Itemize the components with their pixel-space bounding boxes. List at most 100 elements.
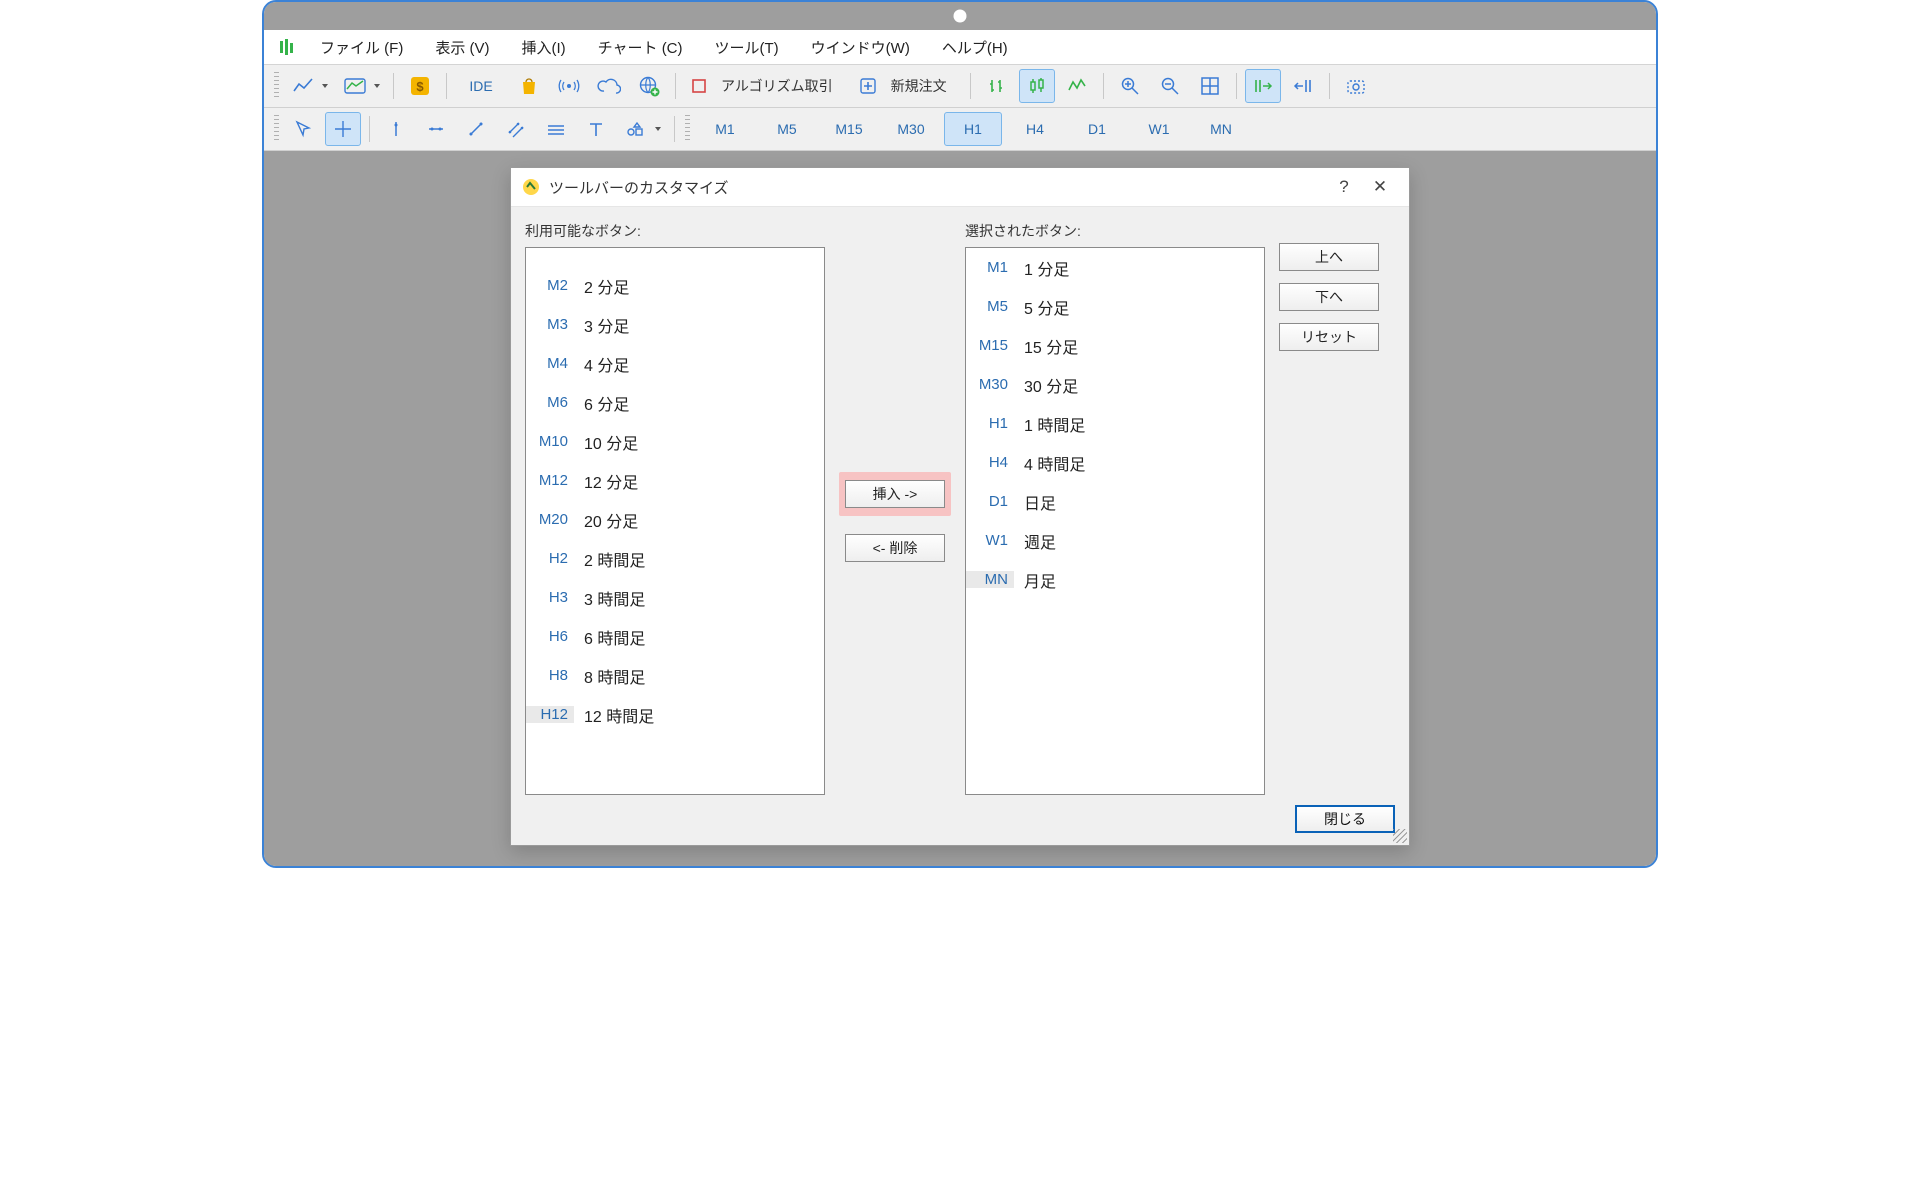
- timeframe-h4[interactable]: H4: [1006, 112, 1064, 146]
- dollar-button[interactable]: $: [402, 69, 438, 103]
- down-button[interactable]: 下へ: [1279, 283, 1379, 311]
- candlestick-icon[interactable]: [1019, 69, 1055, 103]
- menu-chart[interactable]: チャート (C): [582, 30, 699, 64]
- insert-button[interactable]: 挿入 ->: [845, 480, 945, 508]
- timeframe-label: 12 時間足: [584, 703, 654, 727]
- list-item[interactable]: M22 分足: [526, 266, 824, 305]
- timeframe-label: 1 分足: [1024, 256, 1069, 280]
- text-icon[interactable]: [578, 112, 614, 146]
- list-item[interactable]: M33 分足: [526, 305, 824, 344]
- menu-tool[interactable]: ツール(T): [699, 30, 795, 64]
- list-item[interactable]: H66 時間足: [526, 617, 824, 656]
- timeframe-label: 20 分足: [584, 508, 638, 532]
- help-button[interactable]: ?: [1327, 177, 1361, 197]
- cursor-icon[interactable]: [285, 112, 321, 146]
- list-item[interactable]: D1日足: [966, 482, 1264, 521]
- algo-toggle[interactable]: アルゴリズム取引: [684, 69, 848, 103]
- channel-icon[interactable]: [498, 112, 534, 146]
- ide-button[interactable]: IDE: [455, 69, 507, 103]
- list-item[interactable]: MN月足: [966, 560, 1264, 599]
- separator: [369, 116, 370, 142]
- timeframe-code: M6: [526, 394, 574, 411]
- cloud-icon[interactable]: [591, 69, 627, 103]
- timeframe-code: D1: [966, 493, 1014, 510]
- timeframe-m30[interactable]: M30: [882, 112, 940, 146]
- menu-insert[interactable]: 挿入(I): [506, 30, 582, 64]
- scroll-end-icon[interactable]: [1245, 69, 1281, 103]
- resize-grip[interactable]: [1393, 829, 1407, 843]
- bar-chart-icon[interactable]: [979, 69, 1015, 103]
- timeframe-w1[interactable]: W1: [1130, 112, 1188, 146]
- timeframe-label: 1 時間足: [1024, 412, 1085, 436]
- trendline-icon[interactable]: [458, 112, 494, 146]
- crosshair-icon[interactable]: [325, 112, 361, 146]
- new-order-label: 新規注文: [883, 76, 955, 96]
- timeframe-label: 週足: [1024, 529, 1056, 553]
- line-icon[interactable]: [1059, 69, 1095, 103]
- line-chart-button[interactable]: [285, 69, 333, 103]
- market-watch-button[interactable]: [337, 69, 385, 103]
- scroll-start-icon[interactable]: [1285, 69, 1321, 103]
- menu-help[interactable]: ヘルプ(H): [926, 30, 1024, 64]
- remove-button[interactable]: <- 削除: [845, 534, 945, 562]
- close-icon[interactable]: ✕: [1361, 177, 1399, 197]
- list-item[interactable]: M66 分足: [526, 383, 824, 422]
- timeframe-label: 2 時間足: [584, 547, 645, 571]
- menu-view[interactable]: 表示 (V): [419, 30, 505, 64]
- shopping-bag-icon[interactable]: [511, 69, 547, 103]
- grid-icon[interactable]: [1192, 69, 1228, 103]
- menu-window[interactable]: ウインドウ(W): [795, 30, 926, 64]
- available-label: 利用可能なボタン:: [525, 221, 825, 241]
- up-button[interactable]: 上へ: [1279, 243, 1379, 271]
- signals-icon[interactable]: [551, 69, 587, 103]
- timeframe-label: 15 分足: [1024, 334, 1078, 358]
- dialog-titlebar[interactable]: ツールバーのカスタマイズ ? ✕: [511, 168, 1409, 207]
- list-item[interactable]: H11 時間足: [966, 404, 1264, 443]
- new-order-button[interactable]: 新規注文: [852, 69, 962, 103]
- list-item[interactable]: H1212 時間足: [526, 695, 824, 734]
- timeframe-label: 12 分足: [584, 469, 638, 493]
- timeframe-label: 6 時間足: [584, 625, 645, 649]
- list-item[interactable]: H88 時間足: [526, 656, 824, 695]
- screenshot-icon[interactable]: [1338, 69, 1374, 103]
- equidistant-icon[interactable]: [538, 112, 574, 146]
- vline-icon[interactable]: [378, 112, 414, 146]
- timeframe-m15[interactable]: M15: [820, 112, 878, 146]
- list-item[interactable]: H22 時間足: [526, 539, 824, 578]
- selected-listbox[interactable]: M11 分足M55 分足M1515 分足M3030 分足H11 時間足H44 時…: [965, 247, 1265, 795]
- timeframe-code: M5: [966, 298, 1014, 315]
- list-item[interactable]: M3030 分足: [966, 365, 1264, 404]
- list-item[interactable]: M1515 分足: [966, 326, 1264, 365]
- timeframe-m1[interactable]: M1: [696, 112, 754, 146]
- list-item[interactable]: M1010 分足: [526, 422, 824, 461]
- zoom-out-icon[interactable]: [1152, 69, 1188, 103]
- objects-icon[interactable]: [618, 112, 666, 146]
- list-item[interactable]: M11 分足: [966, 248, 1264, 287]
- timeframe-code: H3: [526, 589, 574, 606]
- toolbar-handle[interactable]: [274, 115, 279, 143]
- list-item[interactable]: M2020 分足: [526, 500, 824, 539]
- zoom-in-icon[interactable]: [1112, 69, 1148, 103]
- dialog-icon: [521, 177, 541, 197]
- available-listbox[interactable]: M22 分足M33 分足M44 分足M66 分足M1010 分足M1212 分足…: [525, 247, 825, 795]
- list-item-blank[interactable]: [526, 248, 824, 266]
- timeframe-m5[interactable]: M5: [758, 112, 816, 146]
- timeframe-label: 8 時間足: [584, 664, 645, 688]
- separator: [675, 73, 676, 99]
- globe-plus-icon[interactable]: [631, 69, 667, 103]
- list-item[interactable]: M55 分足: [966, 287, 1264, 326]
- hline-icon[interactable]: [418, 112, 454, 146]
- list-item[interactable]: M44 分足: [526, 344, 824, 383]
- menu-file[interactable]: ファイル (F): [304, 30, 419, 64]
- timeframe-d1[interactable]: D1: [1068, 112, 1126, 146]
- list-item[interactable]: H33 時間足: [526, 578, 824, 617]
- toolbar-handle[interactable]: [685, 115, 690, 143]
- timeframe-h1[interactable]: H1: [944, 112, 1002, 146]
- timeframe-mn[interactable]: MN: [1192, 112, 1250, 146]
- close-button[interactable]: 閉じる: [1295, 805, 1395, 833]
- toolbar-handle[interactable]: [274, 72, 279, 100]
- list-item[interactable]: W1週足: [966, 521, 1264, 560]
- list-item[interactable]: M1212 分足: [526, 461, 824, 500]
- reset-button[interactable]: リセット: [1279, 323, 1379, 351]
- list-item[interactable]: H44 時間足: [966, 443, 1264, 482]
